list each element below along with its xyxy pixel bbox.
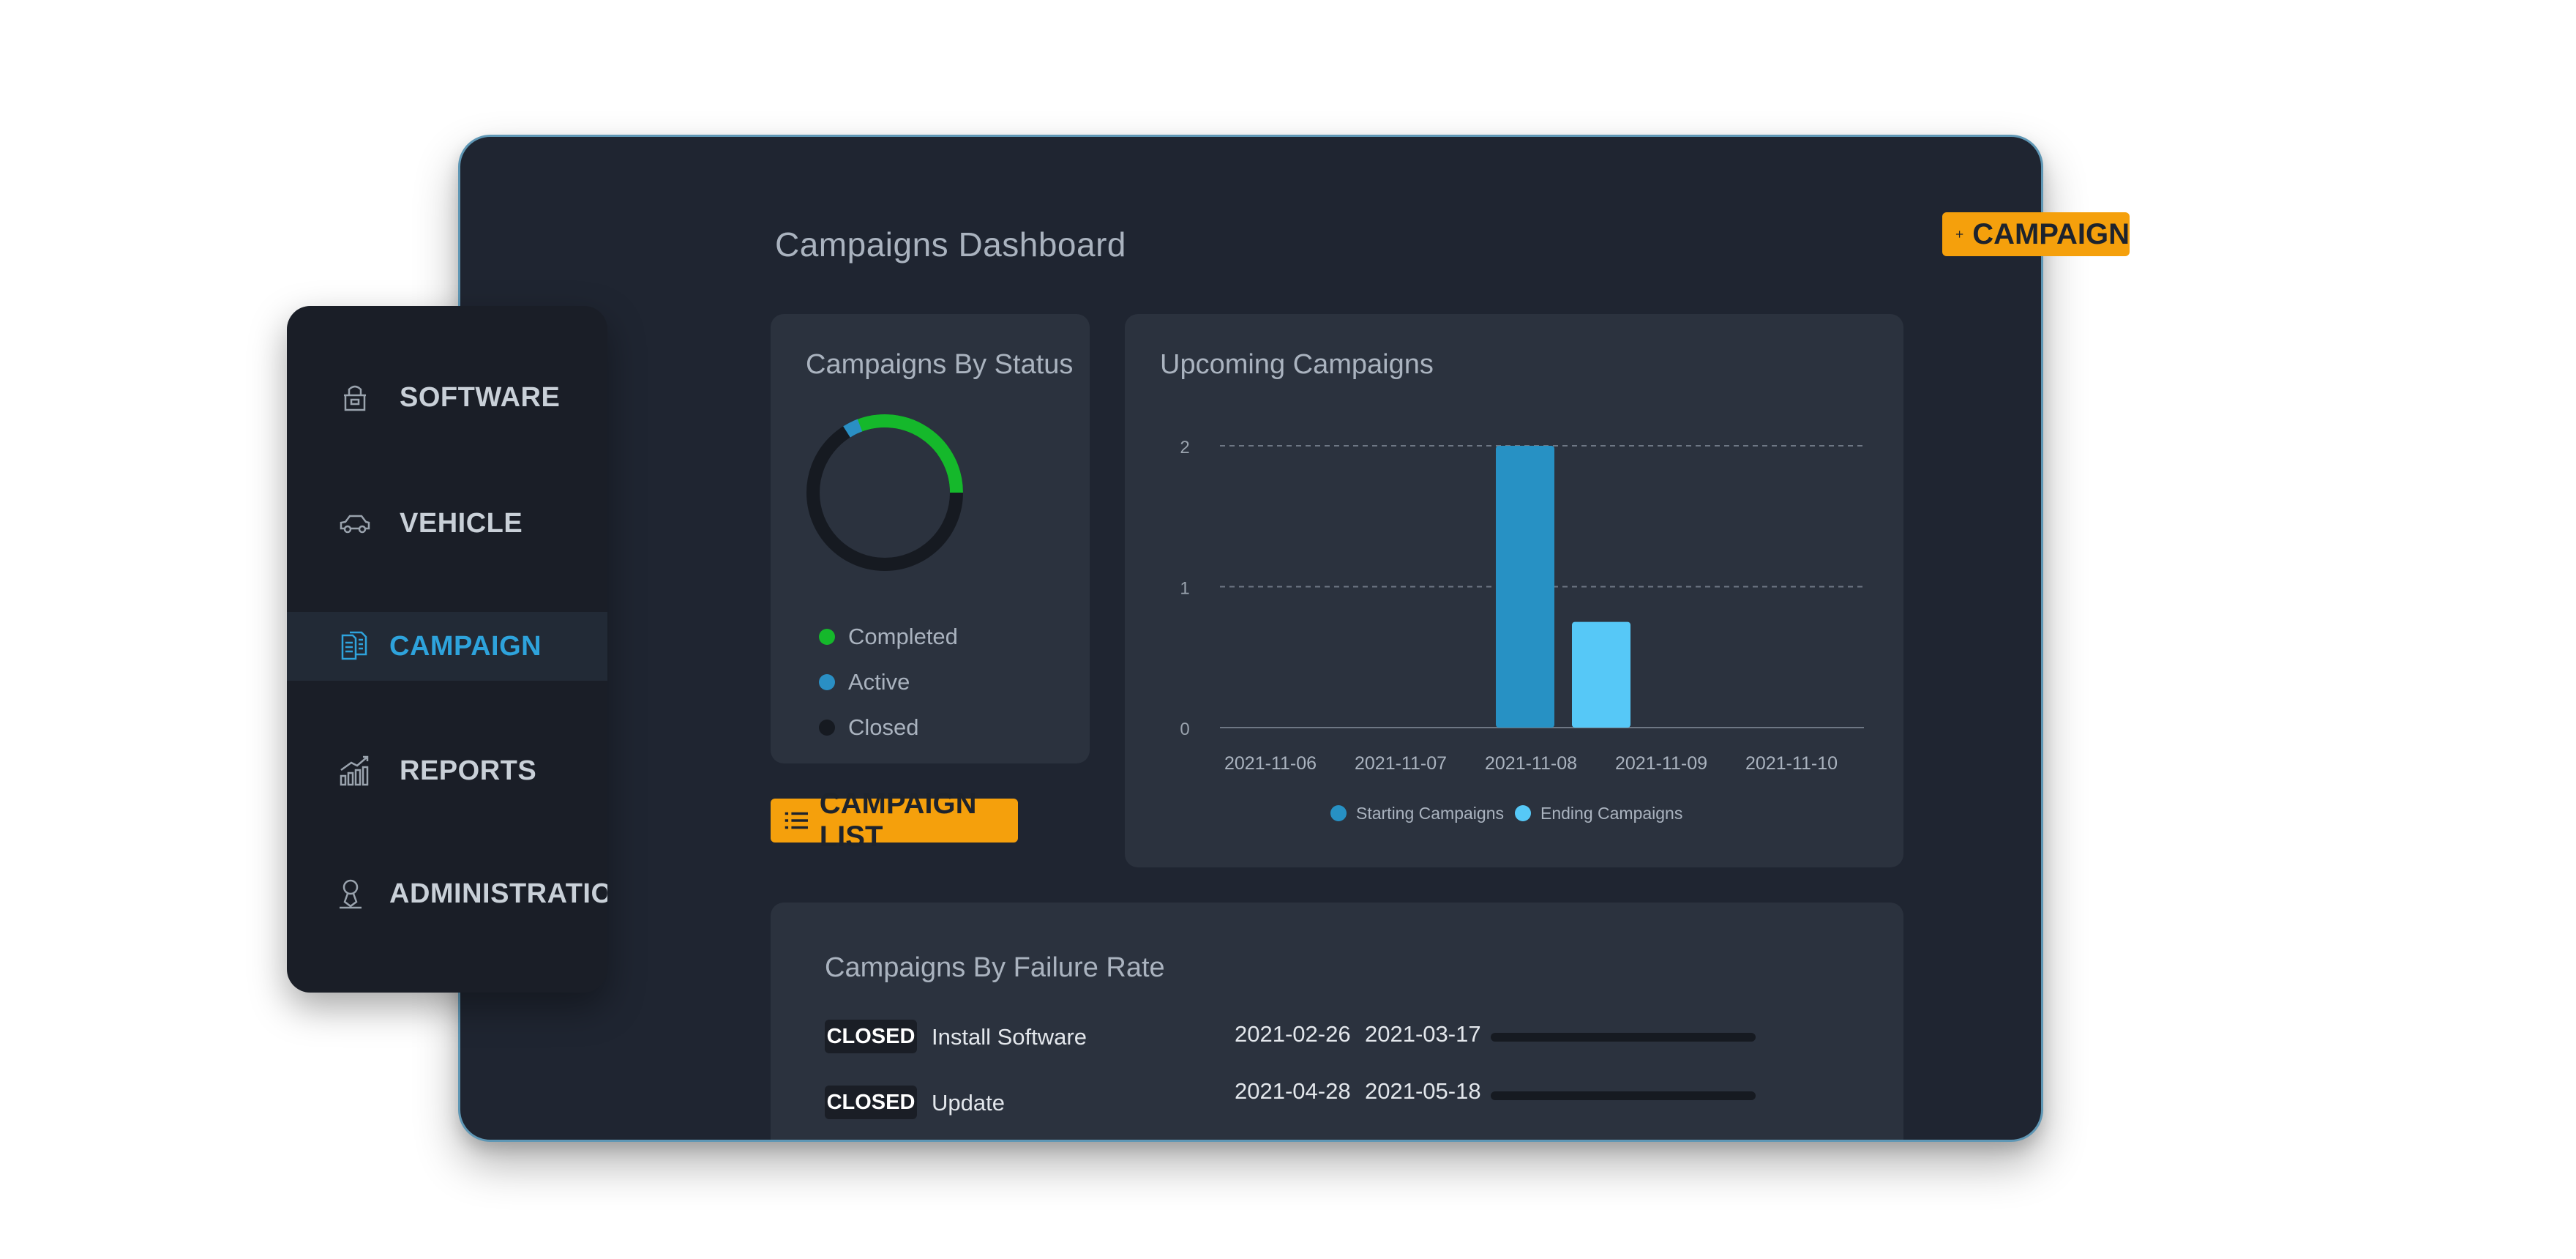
plus-icon [1955, 231, 1963, 238]
donut-active-arc [843, 419, 863, 438]
list-icon [785, 812, 808, 829]
status-donut-chart [806, 414, 963, 571]
legend-label: Active [848, 669, 910, 695]
chart-growth-icon [340, 755, 369, 786]
end-date: 2021-03-17 [1365, 1021, 1481, 1047]
software-package-icon [344, 385, 366, 411]
x-tick-label: 2021-11-06 [1224, 753, 1317, 774]
add-campaign-button[interactable]: CAMPAIGN [1942, 212, 2130, 256]
sidebar-item-label: REPORTS [400, 755, 537, 786]
legend-item-completed: Completed [819, 614, 958, 660]
sidebar-item-vehicle[interactable]: VEHICLE [287, 489, 607, 558]
legend-item-active: Active [819, 660, 958, 705]
legend-dot-completed [819, 629, 835, 645]
y-tick-label: 0 [1180, 720, 1189, 739]
sidebar-item-reports[interactable]: REPORTS [287, 736, 607, 805]
failure-card-title: Campaigns By Failure Rate [825, 952, 1165, 983]
car-icon [340, 515, 370, 534]
chart-bar [1572, 621, 1630, 728]
x-tick-label: 2021-11-09 [1615, 753, 1707, 774]
sidebar-item-label: CAMPAIGN [389, 630, 542, 662]
legend-dot-active [819, 674, 835, 690]
status-badge: CLOSED [825, 1086, 917, 1119]
sidebar-item-administration[interactable]: ADMINISTRATION [287, 859, 607, 928]
campaign-name: Update [932, 1090, 1005, 1116]
documents-icon [341, 631, 367, 660]
sidebar-item-software[interactable]: SOFTWARE [287, 363, 607, 432]
legend-dot-closed [819, 720, 835, 736]
start-date: 2021-02-26 [1235, 1021, 1351, 1047]
x-tick-label: 2021-11-10 [1745, 753, 1838, 774]
user-icon [340, 879, 362, 909]
donut-completed-arc [853, 414, 963, 493]
start-date: 2021-04-28 [1235, 1078, 1351, 1104]
upcoming-campaigns-card: Upcoming Campaigns 0 1 2 2021-11-06 2021-11-… [1125, 314, 1903, 867]
status-legend: Completed Active Closed [819, 614, 958, 750]
legend-item-closed: Closed [819, 705, 958, 750]
failure-row[interactable]: CLOSED Update 2021-04-28 2021-05-18 [825, 1078, 1849, 1121]
sidebar-item-label: ADMINISTRATION [389, 878, 607, 909]
x-tick-label: 2021-11-07 [1355, 753, 1447, 774]
sidebar-item-label: VEHICLE [400, 507, 523, 539]
failure-rate-bar [1491, 1033, 1756, 1042]
status-badge: CLOSED [825, 1020, 917, 1053]
sidebar-item-label: SOFTWARE [400, 381, 561, 413]
campaign-list-label: CAMPAIGN LIST [819, 788, 977, 853]
failure-rate-bar [1491, 1091, 1756, 1100]
chart-legend-swatch [1515, 805, 1531, 821]
failure-row[interactable]: CLOSED Install Software 2021-02-26 2021-… [825, 1020, 1849, 1055]
sidebar-item-campaign[interactable]: CAMPAIGN [287, 612, 607, 681]
campaign-name: Install Software [932, 1024, 1087, 1050]
y-tick-label: 2 [1180, 438, 1189, 457]
legend-label: Completed [848, 624, 958, 649]
y-tick-label: 1 [1180, 579, 1189, 599]
chart-legend-swatch [1330, 805, 1347, 821]
sidebar: SOFTWARE VEHICLE CAMPAIGN REPORTS ADMINI… [287, 306, 607, 993]
failure-rate-card: Campaigns By Failure Rate CLOSED Install… [771, 903, 1903, 1140]
status-card-title: Campaigns By Status [806, 349, 1074, 380]
end-date: 2021-05-18 [1365, 1078, 1481, 1104]
upcoming-bar-chart: 0 1 2 2021-11-06 2021-11-07 2021-11-08 2021-11… [1180, 438, 1864, 823]
chart-legend-label: Starting Campaigns [1356, 804, 1504, 823]
legend-label: Closed [848, 714, 919, 740]
add-campaign-label: CAMPAIGN [1972, 217, 2130, 250]
dashboard-window: Campaigns Dashboard Campaigns By Status … [458, 135, 2043, 1142]
chart-legend-label: Ending Campaigns [1540, 804, 1682, 823]
page-title: Campaigns Dashboard [775, 225, 1126, 264]
x-tick-label: 2021-11-08 [1485, 753, 1577, 774]
campaign-list-button[interactable]: CAMPAIGN LIST [771, 788, 1018, 853]
chart-bar [1496, 446, 1554, 728]
status-card: Campaigns By Status Completed Active Clo… [771, 314, 1090, 763]
